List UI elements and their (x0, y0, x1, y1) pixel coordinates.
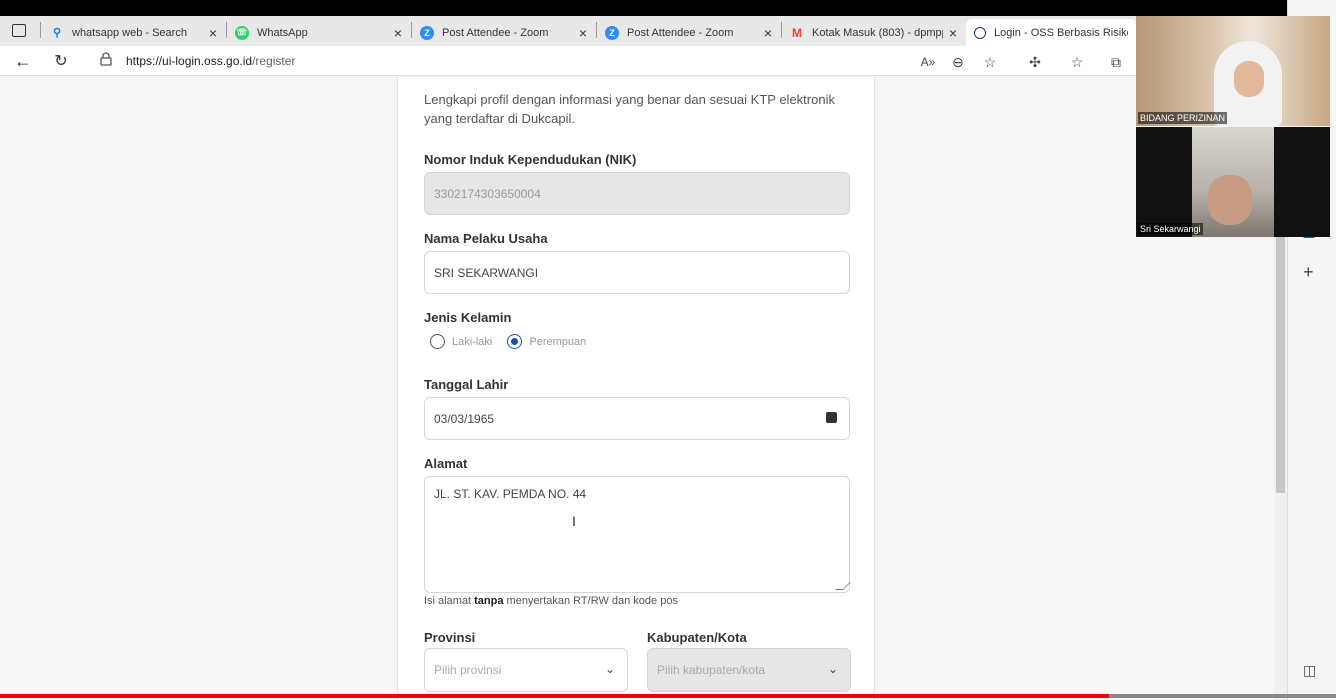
sidebar-toggle-icon[interactable]: ◫ (1303, 662, 1316, 679)
tab-gmail[interactable]: M Kotak Masuk (803) - dpmpp × (782, 19, 965, 46)
tanggal-label: Tanggal Lahir (424, 377, 509, 392)
participant-name: BIDANG PERIZINAN (1138, 112, 1228, 124)
alamat-value: JL. ST. KAV. PEMDA NO. 44 (434, 487, 587, 501)
tab-title: Kotak Masuk (803) - dpmpp (812, 26, 943, 39)
nama-label: Nama Pelaku Usaha (424, 231, 548, 246)
lock-icon (100, 51, 114, 71)
calendar-icon[interactable] (826, 412, 837, 423)
participant-face (1234, 61, 1264, 97)
text-cursor-icon: I (572, 513, 576, 529)
tab-title: Post Attendee - Zoom (627, 26, 734, 39)
address-bar: ← ↻ https://ui-login.oss.go.id/register … (0, 46, 1136, 76)
chevron-down-icon: ⌄ (604, 662, 615, 676)
register-form: Lengkapi profil dengan informasi yang be… (397, 77, 875, 700)
radio-label-laki-laki: Laki-laki (452, 335, 493, 348)
add-icon[interactable]: + (1303, 262, 1314, 283)
tab-title: Login - OSS Berbasis Risiko (994, 26, 1128, 39)
close-icon[interactable]: × (764, 25, 772, 41)
hint-emphasis: tanpa (474, 595, 504, 607)
nama-field[interactable]: SRI SEKARWANGI (424, 251, 850, 294)
tab-search[interactable]: ⚲ whatsapp web - Search × (42, 19, 225, 46)
hint-text: menyertakan RT/RW dan kode pos (503, 595, 678, 607)
page-scrollbar[interactable] (1274, 230, 1287, 700)
form-intro: Lengkapi profil dengan informasi yang be… (424, 92, 835, 126)
nik-label: Nomor Induk Kependudukan (NIK) (424, 152, 637, 167)
gmail-icon: M (792, 25, 802, 40)
read-aloud-icon[interactable]: A» (919, 53, 937, 71)
tab-title: Post Attendee - Zoom (442, 26, 549, 39)
kabupaten-placeholder: Pilih kabupaten/kota (657, 663, 766, 677)
participant-face (1208, 175, 1252, 225)
tab-actions-icon[interactable] (12, 24, 26, 37)
page-content: Lengkapi profil dengan informasi yang be… (0, 77, 1287, 700)
tab-zoom-1[interactable]: Z Post Attendee - Zoom × (412, 19, 595, 46)
close-icon[interactable]: × (949, 25, 957, 41)
alamat-hint: Isi alamat tanpa menyertakan RT/RW dan k… (424, 595, 678, 607)
tab-zoom-2[interactable]: Z Post Attendee - Zoom × (597, 19, 780, 46)
extensions-icon[interactable]: ✣ (1026, 53, 1044, 71)
zoom-icon: Z (420, 25, 434, 40)
close-icon[interactable]: × (579, 25, 587, 41)
chevron-down-icon: ⌄ (827, 662, 838, 676)
tab-separator (40, 22, 41, 38)
search-icon: ⚲ (52, 27, 62, 39)
provinsi-select[interactable]: Pilih provinsi ⌄ (424, 648, 628, 692)
radio-laki-laki[interactable] (430, 334, 445, 349)
url-path: /register (252, 54, 296, 68)
alamat-label: Alamat (424, 456, 468, 471)
tab-whatsapp[interactable]: ☏ WhatsApp × (227, 19, 410, 46)
collections-icon[interactable]: ⧉ (1107, 53, 1125, 71)
playback-progress-bar[interactable] (0, 694, 1336, 698)
screen-top-border (0, 0, 1336, 16)
video-tile-host: BIDANG PERIZINAN (1136, 16, 1330, 126)
resize-handle-icon[interactable] (835, 582, 851, 590)
radio-perempuan[interactable] (507, 334, 523, 349)
url-text: https://ui-login.oss.go.id/register (126, 54, 295, 68)
favorites-icon[interactable]: ☆ (1068, 53, 1086, 71)
zoom-icon: Z (605, 25, 619, 40)
url-host: https://ui-login.oss.go.id (126, 54, 253, 68)
hint-text: Isi alamat (424, 595, 475, 607)
zoom-out-icon[interactable]: ⊖ (949, 53, 967, 71)
tab-title: whatsapp web - Search (72, 26, 187, 39)
kabupaten-label: Kabupaten/Kota (647, 630, 747, 645)
tanggal-field[interactable]: 03/03/1965 (424, 397, 850, 440)
provinsi-label: Provinsi (424, 630, 476, 645)
close-icon[interactable]: × (394, 25, 402, 41)
provinsi-placeholder: Pilih provinsi (434, 663, 502, 677)
tab-title: WhatsApp (257, 26, 308, 39)
nik-field: 3302174303650004 (424, 172, 850, 215)
whatsapp-icon: ☏ (235, 25, 249, 40)
gender-label: Jenis Kelamin (424, 310, 512, 325)
video-tile-participant: Sri Sekarwangi (1136, 127, 1330, 237)
reload-icon[interactable]: ↻ (51, 51, 71, 71)
oss-icon (974, 26, 986, 39)
favorite-add-icon[interactable]: ☆ (981, 53, 999, 71)
alamat-textarea[interactable]: JL. ST. KAV. PEMDA NO. 44 I (424, 476, 851, 593)
tab-oss-login[interactable]: Login - OSS Berbasis Risiko (966, 19, 1136, 46)
close-icon[interactable]: × (209, 25, 217, 41)
participant-name: Sri Sekarwangi (1138, 223, 1203, 235)
kabupaten-select: Pilih kabupaten/kota ⌄ (647, 648, 851, 692)
back-icon[interactable]: ← (13, 51, 33, 71)
radio-label-perempuan: Perempuan (529, 335, 587, 348)
tab-strip: ⚲ whatsapp web - Search × ☏ WhatsApp × Z… (0, 16, 1136, 46)
scrollbar-thumb[interactable] (1276, 230, 1285, 493)
tanggal-value: 03/03/1965 (434, 411, 495, 426)
playback-progress-fill (0, 694, 1109, 698)
gender-radio-group: Laki-laki Perempuan (430, 334, 586, 349)
